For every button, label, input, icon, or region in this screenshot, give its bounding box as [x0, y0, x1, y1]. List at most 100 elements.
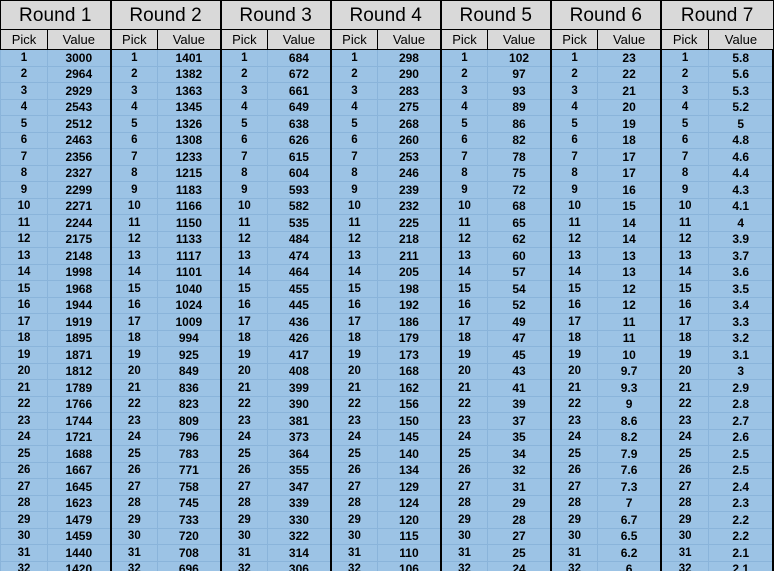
pick-cell[interactable]: 24	[219, 428, 269, 446]
value-cell[interactable]: 1183	[157, 181, 222, 199]
pick-cell[interactable]: 11	[439, 214, 489, 232]
pick-cell[interactable]: 24	[549, 428, 599, 446]
pick-cell[interactable]: 9	[549, 181, 599, 199]
pick-cell[interactable]: 5	[109, 115, 159, 133]
value-cell[interactable]: 408	[267, 362, 332, 380]
value-cell[interactable]: 3.5	[708, 280, 774, 298]
value-cell[interactable]: 604	[267, 164, 332, 182]
value-cell[interactable]: 5.8	[708, 49, 774, 67]
pick-cell[interactable]: 19	[549, 346, 599, 364]
pick-cell[interactable]: 19	[219, 346, 269, 364]
pick-cell[interactable]: 8	[219, 164, 269, 182]
value-cell[interactable]: 11	[597, 329, 662, 347]
pick-cell[interactable]: 27	[549, 478, 599, 496]
value-cell[interactable]: 32	[487, 461, 552, 479]
value-cell[interactable]: 29	[487, 494, 552, 512]
value-cell[interactable]: 140	[377, 445, 442, 463]
value-cell[interactable]: 1645	[47, 478, 112, 496]
pick-cell[interactable]: 26	[219, 461, 269, 479]
value-cell[interactable]: 1440	[47, 544, 112, 562]
pick-cell[interactable]: 32	[439, 560, 489, 571]
pick-cell[interactable]: 20	[0, 362, 49, 380]
pick-cell[interactable]: 18	[109, 329, 159, 347]
pick-cell[interactable]: 23	[659, 412, 710, 430]
pick-cell[interactable]: 28	[329, 494, 379, 512]
value-cell[interactable]: 18	[597, 131, 662, 149]
pick-cell[interactable]: 16	[439, 296, 489, 314]
value-cell[interactable]: 1871	[47, 346, 112, 364]
value-cell[interactable]: 347	[267, 478, 332, 496]
value-cell[interactable]: 22	[597, 65, 662, 83]
pick-cell[interactable]: 30	[329, 527, 379, 545]
value-cell[interactable]: 2.5	[708, 445, 774, 463]
value-cell[interactable]: 268	[377, 115, 442, 133]
pick-cell[interactable]: 32	[329, 560, 379, 571]
value-cell[interactable]: 661	[267, 82, 332, 100]
value-cell[interactable]: 97	[487, 65, 552, 83]
value-cell[interactable]: 14	[597, 230, 662, 248]
pick-cell[interactable]: 5	[0, 115, 49, 133]
pick-cell[interactable]: 27	[659, 478, 710, 496]
value-cell[interactable]: 12	[597, 296, 662, 314]
pick-cell[interactable]: 18	[0, 329, 49, 347]
pick-cell[interactable]: 3	[439, 82, 489, 100]
pick-cell[interactable]: 19	[439, 346, 489, 364]
pick-cell[interactable]: 15	[329, 280, 379, 298]
value-cell[interactable]: 3.7	[708, 247, 774, 265]
pick-cell[interactable]: 9	[109, 181, 159, 199]
pick-cell[interactable]: 24	[0, 428, 49, 446]
pick-cell[interactable]: 12	[439, 230, 489, 248]
value-cell[interactable]: 1133	[157, 230, 222, 248]
pick-cell[interactable]: 32	[0, 560, 49, 571]
value-cell[interactable]: 2175	[47, 230, 112, 248]
value-cell[interactable]: 283	[377, 82, 442, 100]
pick-cell[interactable]: 3	[0, 82, 49, 100]
value-cell[interactable]: 218	[377, 230, 442, 248]
pick-cell[interactable]: 10	[329, 197, 379, 215]
value-cell[interactable]: 1363	[157, 82, 222, 100]
value-cell[interactable]: 60	[487, 247, 552, 265]
pick-cell[interactable]: 4	[219, 98, 269, 116]
pick-cell[interactable]: 11	[329, 214, 379, 232]
value-cell[interactable]: 339	[267, 494, 332, 512]
value-cell[interactable]: 2.2	[708, 527, 774, 545]
value-cell[interactable]: 3000	[47, 49, 112, 67]
value-cell[interactable]: 809	[157, 412, 222, 430]
pick-cell[interactable]: 15	[0, 280, 49, 298]
pick-cell[interactable]: 14	[0, 263, 49, 281]
pick-cell[interactable]: 5	[659, 115, 710, 133]
pick-cell[interactable]: 7	[659, 148, 710, 166]
pick-cell[interactable]: 24	[659, 428, 710, 446]
pick-cell[interactable]: 3	[329, 82, 379, 100]
pick-cell[interactable]: 31	[219, 544, 269, 562]
pick-cell[interactable]: 5	[219, 115, 269, 133]
pick-cell[interactable]: 27	[109, 478, 159, 496]
value-cell[interactable]: 102	[487, 49, 552, 67]
value-cell[interactable]: 1721	[47, 428, 112, 446]
pick-cell[interactable]: 10	[439, 197, 489, 215]
value-cell[interactable]: 464	[267, 263, 332, 281]
value-cell[interactable]: 3.2	[708, 329, 774, 347]
value-cell[interactable]: 2299	[47, 181, 112, 199]
pick-cell[interactable]: 2	[549, 65, 599, 83]
pick-cell[interactable]: 25	[109, 445, 159, 463]
value-cell[interactable]: 5.6	[708, 65, 774, 83]
pick-cell[interactable]: 21	[109, 379, 159, 397]
value-cell[interactable]: 2543	[47, 98, 112, 116]
value-cell[interactable]: 2.6	[708, 428, 774, 446]
pick-cell[interactable]: 22	[439, 395, 489, 413]
pick-cell[interactable]: 2	[0, 65, 49, 83]
value-cell[interactable]: 35	[487, 428, 552, 446]
value-cell[interactable]: 399	[267, 379, 332, 397]
pick-cell[interactable]: 16	[329, 296, 379, 314]
pick-cell[interactable]: 13	[219, 247, 269, 265]
value-cell[interactable]: 47	[487, 329, 552, 347]
value-cell[interactable]: 1944	[47, 296, 112, 314]
pick-cell[interactable]: 8	[439, 164, 489, 182]
pick-cell[interactable]: 17	[659, 313, 710, 331]
value-cell[interactable]: 672	[267, 65, 332, 83]
value-cell[interactable]: 3.6	[708, 263, 774, 281]
value-cell[interactable]: 8.6	[597, 412, 662, 430]
value-cell[interactable]: 115	[377, 527, 442, 545]
value-cell[interactable]: 43	[487, 362, 552, 380]
